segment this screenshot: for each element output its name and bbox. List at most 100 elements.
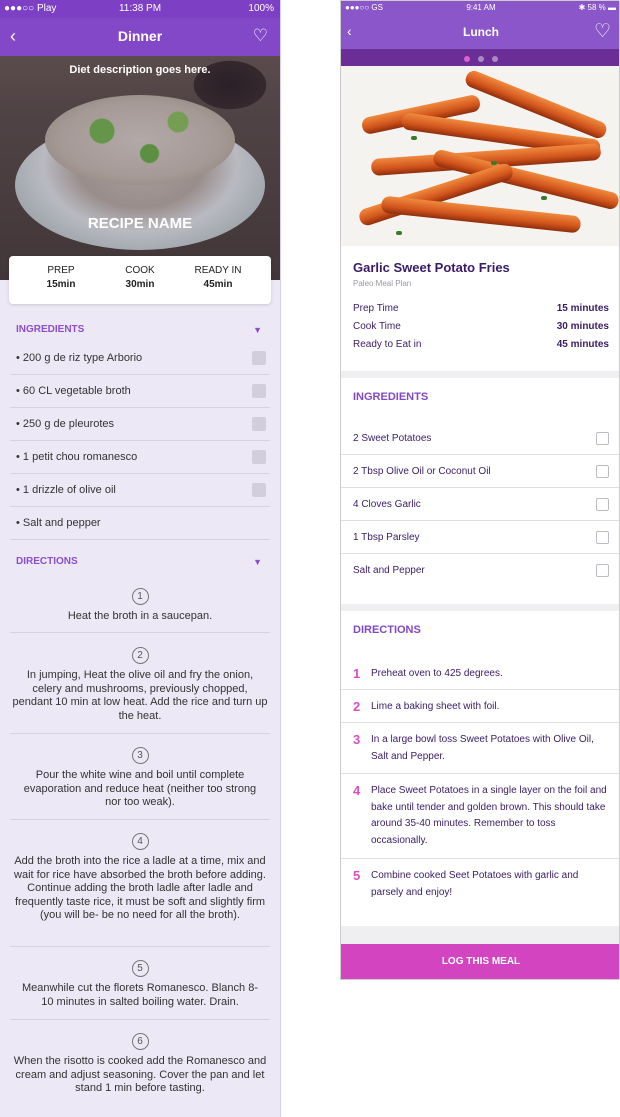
time-label: Prep Time [353,303,399,314]
stat-label: READY IN [194,265,242,276]
time-label: Cook Time [353,321,401,332]
direction-step: 3 In a large bowl toss Sweet Potatoes wi… [341,723,619,774]
recipe-name: Garlic Sweet Potato Fries [353,260,510,275]
status-bar: ●●●○○ GS 9:41 AM ✱ 58 % ▬ [341,1,619,15]
ingredient-checkbox[interactable] [596,564,609,577]
ingredient-row: • 1 petit chou romanesco [10,441,270,474]
stat-prep: PREP 15min [21,265,101,290]
step-text: Preheat oven to 425 degrees. [371,668,503,679]
ingredient-label: • Salt and pepper [16,517,101,529]
direction-step: 5 Meanwhile cut the florets Romanesco. B… [10,960,270,1020]
chevron-down-icon[interactable]: ▼ [253,557,262,567]
ingredient-label: • 200 g de riz type Arborio [16,352,143,364]
step-text: Combine cooked Seet Potatoes with garlic… [371,870,579,898]
step-text: Lime a baking sheet with foil. [371,701,500,712]
stat-label: COOK [125,265,155,276]
ingredient-label: 2 Sweet Potatoes [353,433,432,444]
directions-heading: DIRECTIONS [16,556,78,567]
direction-step: 1 Heat the broth in a saucepan. [10,588,270,633]
step-number: 1 [131,588,149,605]
ingredient-checkbox[interactable] [252,417,266,431]
direction-step: 4 Place Sweet Potatoes in a single layer… [341,774,619,859]
ingredient-label: • 1 drizzle of olive oil [16,484,116,496]
time-value: 30 minutes [556,321,609,332]
step-number: 3 [353,732,361,747]
step-number: 2 [131,647,149,664]
direction-step: 5 Combine cooked Seet Potatoes with garl… [341,859,619,911]
ingredient-checkbox[interactable] [252,351,266,365]
direction-step: 2 In jumping, Heat the olive oil and fry… [10,647,270,734]
ingredient-row: 1 Tbsp Parsley [341,521,619,554]
clock-label: 11:38 PM [118,3,162,14]
page-title: Lunch [463,25,499,39]
step-text: In a large bowl toss Sweet Potatoes with… [371,734,594,762]
direction-step: 2 Lime a baking sheet with foil. [341,690,619,723]
direction-step: 3 Pour the white wine and boil until com… [10,747,270,820]
step-number: 6 [131,1033,149,1050]
step-number: 4 [353,783,361,798]
ingredient-checkbox[interactable] [252,384,266,398]
lunch-recipe-screen: ●●●○○ GS 9:41 AM ✱ 58 % ▬ ‹ Lunch ♡ Garl… [340,0,620,980]
step-text: Place Sweet Potatoes in a single layer o… [371,785,607,846]
ingredient-checkbox[interactable] [596,432,609,445]
recipe-name: RECIPE NAME [87,215,193,232]
carousel-dot[interactable] [463,56,470,62]
cook-time-row: Cook Time 30 minutes [353,321,609,332]
carousel-dot[interactable] [478,56,484,62]
ingredient-label: • 250 g de pleurotes [16,418,115,430]
battery-label: ✱ 58 % ▬ [578,3,616,12]
time-value: 15 minutes [556,303,609,314]
ingredient-label: • 60 CL vegetable broth [16,385,131,397]
step-number: 5 [353,868,361,883]
step-text: Pour the white wine and boil until compl… [23,769,257,808]
step-text: Heat the broth in a saucepan. [67,610,213,622]
direction-step: 1 Preheat oven to 425 degrees. [341,657,619,690]
ingredient-label: 1 Tbsp Parsley [353,532,420,543]
chevron-down-icon[interactable]: ▼ [253,325,262,335]
ingredient-checkbox[interactable] [252,483,266,497]
page-title: Dinner [117,28,163,44]
step-text: Add the broth into the rice a ladle at a… [14,855,266,921]
ingredient-row: 2 Tbsp Olive Oil or Coconut Oil [341,455,619,488]
directions-section: DIRECTIONS 1 Preheat oven to 425 degrees… [341,611,619,926]
stat-cook: COOK 30min [100,265,180,290]
ingredient-row: • 1 drizzle of olive oil [10,474,270,507]
step-text: In jumping, Heat the olive oil and fry t… [12,669,268,722]
log-meal-button[interactable]: LOG THIS MEAL [341,944,619,979]
directions-heading: DIRECTIONS [353,624,421,636]
ingredients-heading: INGREDIENTS [16,324,85,335]
direction-step: 4 Add the broth into the rice a ladle at… [10,833,270,947]
ingredient-checkbox[interactable] [596,465,609,478]
ingredient-row: • 60 CL vegetable broth [10,375,270,408]
ingredient-row: • 250 g de pleurotes [10,408,270,441]
stat-value: 30min [125,279,155,290]
ingredient-checkbox[interactable] [252,450,266,464]
nav-header: ‹ Dinner ♡ [0,18,280,56]
ingredient-row: Salt and Pepper [341,554,619,587]
ingredient-label: Salt and Pepper [353,565,425,576]
time-label: Ready to Eat in [353,339,422,350]
battery-label: 100% [248,3,274,14]
step-number: 4 [131,833,149,850]
carousel-dot[interactable] [492,56,499,62]
stat-value: 15min [46,279,76,290]
diet-description: Diet description goes here. [69,64,211,76]
time-value: 45 minutes [556,339,609,350]
stat-value: 45min [203,279,233,290]
ingredient-row: • Salt and pepper [10,507,270,540]
step-text: When the risotto is cooked add the Roman… [13,1055,267,1094]
recipe-summary-card: Garlic Sweet Potato Fries Paleo Meal Pla… [341,246,619,371]
ingredients-heading: INGREDIENTS [353,391,429,403]
step-number: 2 [353,699,361,714]
step-number: 1 [353,666,361,681]
ready-time-row: Ready to Eat in 45 minutes [353,339,609,350]
ingredients-section: INGREDIENTS 2 Sweet Potatoes 2 Tbsp Oliv… [341,378,619,604]
heart-outline-icon[interactable]: ♡ [594,20,611,43]
heart-outline-icon[interactable]: ♡ [253,26,268,46]
dinner-recipe-screen: ●●●○○ Play 11:38 PM 100% ‹ Dinner ♡ Diet… [0,0,281,1117]
ingredient-checkbox[interactable] [596,498,609,511]
carousel-indicator [341,49,619,66]
ingredient-checkbox[interactable] [596,531,609,544]
stat-label: PREP [47,265,75,276]
ingredient-row: • 200 g de riz type Arborio [10,342,270,375]
